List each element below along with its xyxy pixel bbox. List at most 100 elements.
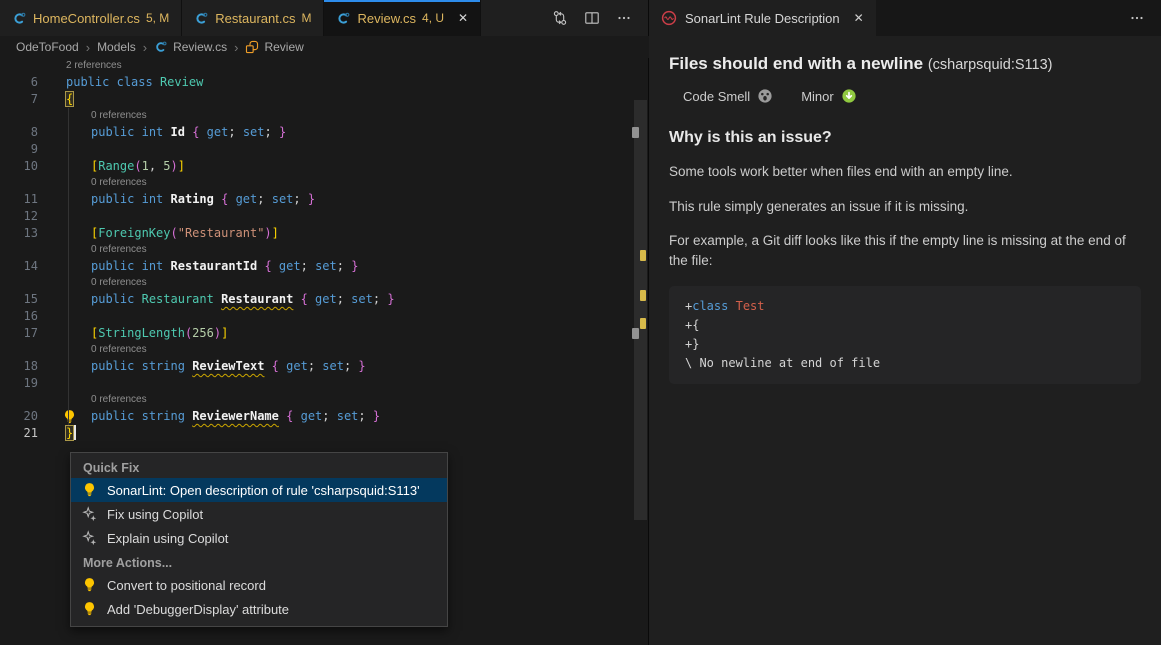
code-line-text[interactable]: [Range(1, 5)] [91, 158, 185, 175]
panel-paragraph: Some tools work better when files end wi… [669, 162, 1141, 182]
text-cursor [74, 425, 76, 440]
breadcrumb-separator: › [86, 40, 90, 55]
csharp-file-icon [12, 11, 27, 26]
code-token [163, 259, 170, 273]
code-token: ; [228, 125, 242, 139]
breadcrumb-item[interactable]: Review [245, 40, 303, 54]
code-token [228, 192, 235, 206]
editor-tab-homecontroller-cs[interactable]: HomeController.cs5, M [0, 0, 182, 36]
code-token: ( [134, 159, 141, 173]
quickfix-item[interactable]: Add 'DebuggerDisplay' attribute [71, 597, 447, 621]
code-line-19: 19 [0, 375, 648, 392]
editor-tab-restaurant-cs[interactable]: Restaurant.csM [182, 0, 324, 36]
close-icon[interactable]: ✕ [458, 11, 468, 25]
codelens-references[interactable]: 2 references [66, 58, 122, 73]
code-token: get [301, 409, 323, 423]
code-line-text[interactable]: public Restaurant Restaurant { get; set;… [91, 291, 395, 308]
quickfix-item[interactable]: Convert to positional record [71, 573, 447, 597]
lightbulb-icon [82, 577, 98, 593]
code-token: string [142, 409, 185, 423]
breadcrumb-label: OdeToFood [16, 40, 79, 54]
quickfix-item[interactable]: Explain using Copilot [71, 526, 447, 550]
code-line-14: 14public int RestaurantId { get; set; } [0, 258, 648, 275]
code-token: Review [160, 75, 203, 89]
split-editor-icon[interactable] [584, 10, 600, 26]
breadcrumb-label: Models [97, 40, 136, 54]
quickfix-section-header: Quick Fix [71, 455, 447, 478]
code-token: get [315, 292, 337, 306]
breadcrumb-item[interactable]: Review.cs [154, 40, 227, 54]
scrollbar-thumb[interactable] [634, 100, 647, 520]
codelens-references[interactable]: 0 references [91, 342, 147, 357]
code-token: public [91, 259, 134, 273]
breadcrumb-item[interactable]: OdeToFood [16, 40, 79, 54]
code-token: ; [293, 192, 307, 206]
codelens-references[interactable]: 0 references [91, 108, 147, 123]
overview-change-marker [632, 127, 639, 138]
codelens-row: 0 references [0, 392, 648, 408]
code-line-text[interactable]: public string ReviewerName { get; set; } [91, 408, 380, 425]
code-token: ReviewerName [192, 409, 279, 423]
line-number: 10 [0, 158, 38, 175]
code-token: set [315, 259, 337, 273]
sonarlint-panel: SonarLint Rule Description ✕ Files shoul… [649, 0, 1161, 645]
more-actions-icon[interactable] [616, 10, 632, 26]
code-line-18: 18public string ReviewText { get; set; } [0, 358, 648, 375]
line-number: 20 [0, 408, 38, 425]
code-line-text[interactable]: public string ReviewText { get; set; } [91, 358, 366, 375]
code-token [134, 125, 141, 139]
breadcrumb-separator: › [234, 40, 238, 55]
line-number: 13 [0, 225, 38, 242]
code-token: int [142, 259, 164, 273]
breadcrumb-item[interactable]: Models [97, 40, 136, 54]
code-token [728, 299, 735, 313]
overview-warning-marker [640, 250, 646, 261]
code-token: { [264, 259, 271, 273]
editor-tab-review-cs[interactable]: Review.cs4, U✕ [324, 0, 481, 36]
codelens-references[interactable]: 0 references [91, 175, 147, 190]
code-line-text[interactable]: [StringLength(256)] [91, 325, 228, 342]
code-line-text[interactable]: } [66, 425, 76, 442]
sparkle-icon [82, 506, 98, 522]
code-token: Range [98, 159, 134, 173]
code-line-text[interactable]: { [66, 91, 73, 108]
code-token: ) [264, 226, 271, 240]
rule-badges: Code Smell Minor [683, 88, 1141, 104]
code-token: \ No newline at end of file [685, 356, 880, 370]
close-icon[interactable]: ✕ [854, 11, 864, 25]
line-number: 9 [0, 141, 38, 158]
code-line-13: 13 [ForeignKey("Restaurant")] [0, 225, 648, 242]
code-token: public [91, 409, 134, 423]
code-line-text[interactable]: [ForeignKey("Restaurant")] [91, 225, 279, 242]
code-line-text[interactable]: public int Id { get; set; } [91, 124, 286, 141]
codelens-references[interactable]: 0 references [91, 275, 147, 290]
line-number: 21 [0, 425, 38, 442]
code-token: set [337, 409, 359, 423]
compare-changes-icon[interactable] [552, 10, 568, 26]
code-token [199, 125, 206, 139]
code-line-text[interactable]: public class Review [66, 74, 203, 91]
code-token: set [243, 125, 265, 139]
code-line-text[interactable]: public int Rating { get; set; } [91, 191, 315, 208]
code-token: +{ [685, 318, 699, 332]
code-editor[interactable]: 2 references6public class Review7{0 refe… [0, 58, 648, 442]
tab-git-badge: 5, M [146, 11, 169, 25]
class-symbol-icon [245, 40, 259, 54]
code-token: string [142, 359, 185, 373]
code-token [134, 409, 141, 423]
lightbulb-icon[interactable] [62, 409, 77, 424]
codelens-row: 0 references [0, 242, 648, 258]
quickfix-item[interactable]: SonarLint: Open description of rule 'csh… [71, 478, 447, 502]
csharp-file-icon [336, 11, 351, 26]
code-line-text[interactable]: public int RestaurantId { get; set; } [91, 258, 358, 275]
code-line-16: 16 [0, 308, 648, 325]
panel-tab-sonarlint-rule-description[interactable]: SonarLint Rule Description ✕ [649, 0, 876, 36]
code-token [134, 292, 141, 306]
indent-guide [68, 108, 69, 425]
code-token: Rating [171, 192, 214, 206]
code-token: Test [736, 299, 765, 313]
more-actions-icon[interactable] [1129, 0, 1161, 36]
codelens-references[interactable]: 0 references [91, 392, 147, 407]
quickfix-item[interactable]: Fix using Copilot [71, 502, 447, 526]
codelens-references[interactable]: 0 references [91, 242, 147, 257]
